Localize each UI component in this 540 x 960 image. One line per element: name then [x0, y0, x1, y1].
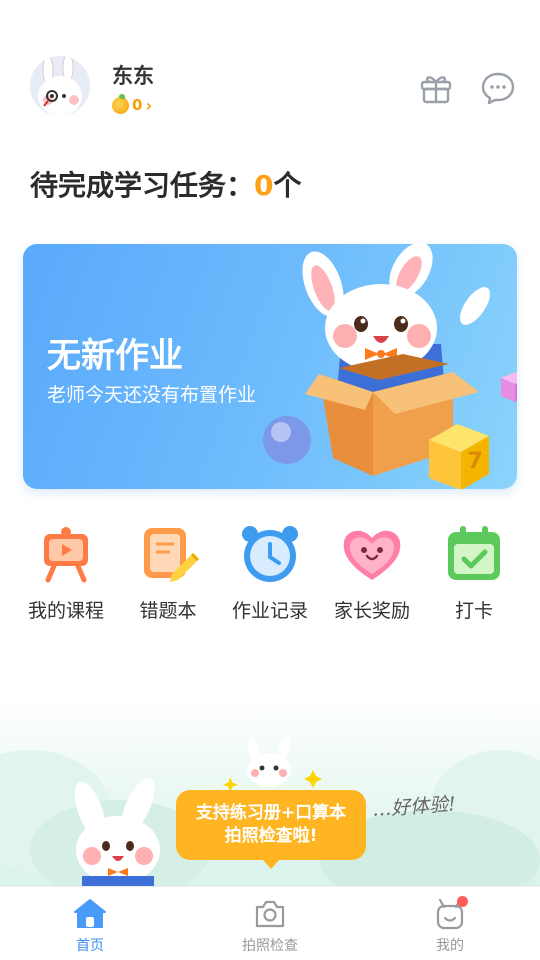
avatar[interactable] [30, 56, 90, 116]
pending-tasks-heading: 待完成学习任务： 0 个 [30, 164, 302, 204]
menu-label: 家长奖励 [333, 600, 410, 622]
pending-tasks-unit: 个 [273, 169, 302, 202]
menu-mistake-book[interactable]: 错题本 [117, 522, 219, 623]
menu-my-courses[interactable]: 我的课程 [15, 522, 117, 623]
nav-photo-check[interactable]: 拍照检查 [180, 887, 360, 960]
banner-subtitle: 老师今天还没有布置作业 [47, 384, 257, 406]
camera-icon [255, 900, 285, 928]
promo-bubble[interactable]: 支持练习册+口算本 拍照检查啦! [176, 790, 366, 869]
coin-count: 0 [132, 96, 143, 114]
banner-title: 无新作业 [47, 336, 183, 376]
menu-label: 错题本 [139, 600, 197, 622]
menu-homework-records[interactable]: 作业记录 [219, 522, 321, 623]
menu-label: 作业记录 [231, 600, 308, 622]
notebook-pencil-icon [144, 528, 200, 582]
nav-label: 我的 [436, 938, 464, 954]
promo-scene[interactable]: 支持练习册+口算本 拍照检查啦! …好体验! [0, 700, 540, 886]
pending-tasks-count: 0 [254, 169, 274, 202]
nav-label: 拍照检查 [242, 938, 298, 954]
bunny-in-box-illustration: 7 [263, 244, 517, 489]
quick-menu: 我的课程 错题本 作业记录 家长奖励 打卡 [15, 522, 525, 623]
calendar-check-icon [448, 526, 500, 580]
message-icon[interactable] [480, 70, 516, 106]
username: 东东 [112, 64, 154, 88]
pending-tasks-label: 待完成学习任务： [30, 169, 255, 202]
easel-play-icon [44, 527, 88, 583]
nav-label: 首页 [76, 938, 104, 954]
notification-dot [457, 896, 468, 907]
bottom-nav: 首页 拍照检查 我的 [0, 886, 540, 960]
chevron-right-icon: › [145, 95, 153, 115]
menu-label: 打卡 [454, 600, 493, 622]
nav-profile[interactable]: 我的 [360, 887, 540, 960]
cube-number: 7 [467, 449, 482, 474]
coin-balance[interactable]: 0 › [112, 93, 153, 116]
orange-coin-icon [112, 93, 129, 114]
nav-home[interactable]: 首页 [0, 887, 180, 960]
promo-line-1: 支持练习册+口算本 [195, 803, 347, 823]
homework-banner[interactable]: 无新作业 老师今天还没有布置作业 7 [23, 244, 517, 489]
menu-label: 我的课程 [27, 600, 104, 622]
smiling-heart-icon [343, 530, 401, 580]
promo-line-2: 拍照检查啦! [224, 826, 318, 846]
menu-parent-rewards[interactable]: 家长奖励 [321, 522, 423, 623]
home-icon [74, 899, 106, 928]
menu-check-in[interactable]: 打卡 [423, 522, 525, 623]
gift-icon[interactable] [418, 70, 454, 106]
alarm-clock-icon [242, 526, 298, 582]
